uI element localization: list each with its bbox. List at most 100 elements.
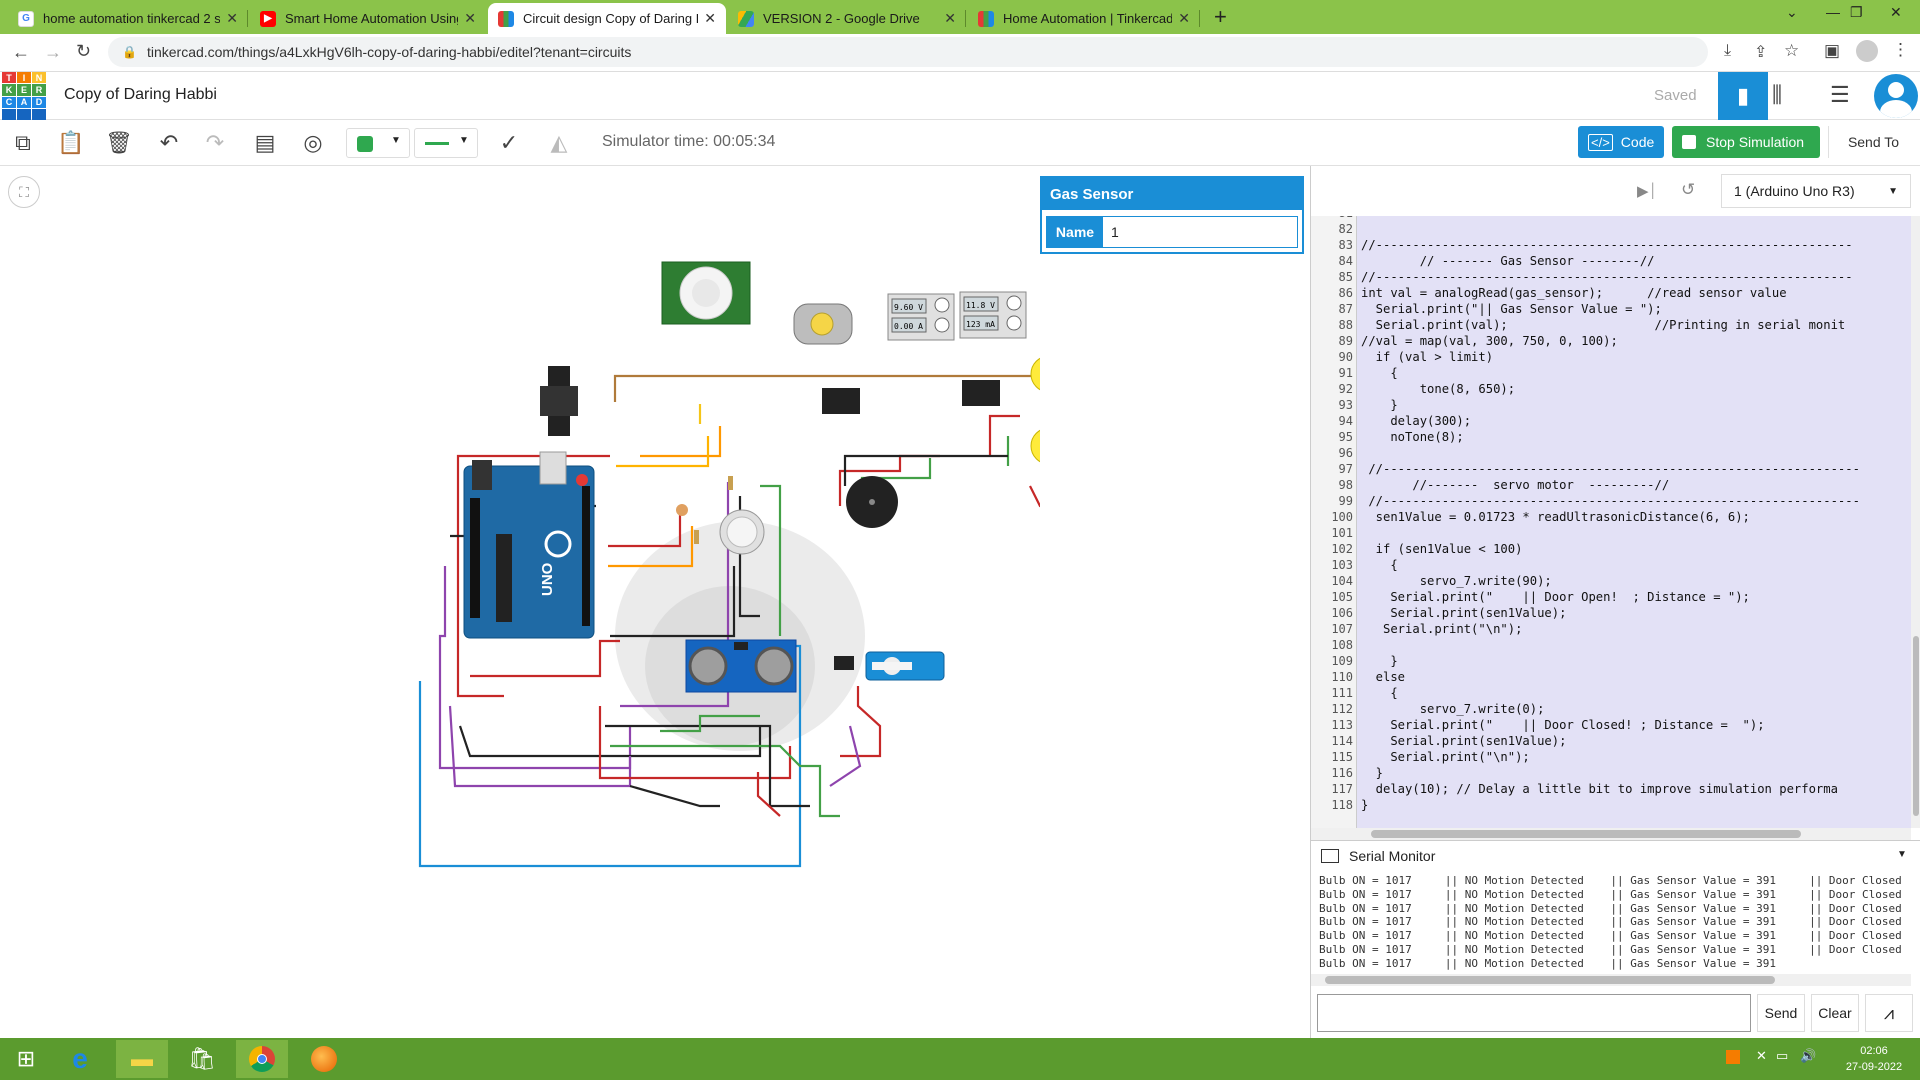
- store-icon[interactable]: 🛍: [176, 1040, 228, 1078]
- sidepanel-icon[interactable]: ▣: [1824, 41, 1840, 61]
- close-icon[interactable]: ✕: [464, 10, 476, 27]
- address-bar-row: ← → ↻ 🔒 tinkercad.com/things/a4LxkHgV6lh…: [0, 34, 1920, 72]
- name-input[interactable]: 1: [1103, 217, 1297, 247]
- redo-icon[interactable]: ↷: [200, 128, 230, 158]
- url-bar[interactable]: 🔒 tinkercad.com/things/a4LxkHgV6lh-copy-…: [108, 37, 1708, 67]
- power-supply-1[interactable]: 9.60 V 0.00 A: [887, 293, 955, 341]
- reload-icon[interactable]: ↻: [76, 41, 91, 62]
- tray-battery-icon[interactable]: ▭: [1776, 1048, 1788, 1064]
- component-list-icon[interactable]: ☰: [1830, 82, 1850, 108]
- line-number: 109: [1331, 654, 1353, 668]
- send-to-button[interactable]: Send To: [1828, 126, 1918, 158]
- back-icon[interactable]: ←: [12, 42, 30, 63]
- project-title[interactable]: Copy of Daring Habbi: [64, 86, 217, 104]
- delete-icon[interactable]: 🗑: [104, 128, 134, 158]
- internet-explorer-icon[interactable]: e: [54, 1040, 106, 1078]
- dc-motor[interactable]: [793, 303, 853, 345]
- code-line: //val = map(val, 300, 750, 0, 100);: [1361, 334, 1618, 348]
- debug-icon[interactable]: ↺: [1681, 180, 1695, 200]
- device-selector[interactable]: 1 (Arduino Uno R3) ▼: [1721, 174, 1911, 208]
- file-explorer-icon[interactable]: ▬: [116, 1040, 168, 1078]
- tray-app-icon[interactable]: [1726, 1050, 1740, 1064]
- close-icon[interactable]: ✕: [1178, 10, 1190, 27]
- ultrasonic-distance-sensor[interactable]: [685, 639, 797, 693]
- code-button[interactable]: </> Code: [1578, 126, 1664, 158]
- code-line: {: [1361, 686, 1398, 700]
- forward-icon[interactable]: →: [44, 42, 62, 63]
- restore-icon[interactable]: ❐: [1850, 4, 1863, 21]
- line-number: 112: [1331, 702, 1353, 716]
- resistor[interactable]: [694, 530, 699, 544]
- tray-volume-icon[interactable]: 🔊: [1800, 1048, 1816, 1064]
- notes-visibility-icon[interactable]: ◎: [298, 128, 328, 158]
- light-bulb-1[interactable]: [1030, 356, 1040, 404]
- copy-icon[interactable]: ⧉: [8, 128, 38, 158]
- code-editor[interactable]: 81 82 83 84 85 86 87 88 89 90 91 92 93 94 95 96 97 98 99 10…: [1311, 216, 1911, 828]
- tab-google-drive[interactable]: VERSION 2 - Google Drive ✕: [728, 3, 966, 34]
- profile-avatar-icon[interactable]: [1856, 40, 1878, 62]
- serial-input-field[interactable]: [1317, 994, 1751, 1032]
- schematic-view-icon[interactable]: ⫼: [1772, 82, 1782, 108]
- new-tab-button[interactable]: +: [1214, 4, 1227, 30]
- line-number: 100: [1331, 510, 1353, 524]
- light-bulb-2[interactable]: [1030, 428, 1040, 476]
- tab-home-automation[interactable]: Home Automation | Tinkercad ✕: [968, 3, 1200, 34]
- flip-icon[interactable]: ◭: [544, 128, 574, 158]
- serial-monitor-header[interactable]: Serial Monitor ▼: [1311, 840, 1920, 870]
- relay-1[interactable]: [822, 388, 860, 414]
- graph-icon[interactable]: ⩘: [1865, 994, 1913, 1032]
- undo-icon[interactable]: ↶: [154, 128, 184, 158]
- circuit-view-button[interactable]: ▮: [1718, 72, 1768, 120]
- code-line: {: [1361, 366, 1398, 380]
- tray-network-icon[interactable]: ✕: [1756, 1048, 1767, 1064]
- clear-button[interactable]: Clear: [1811, 994, 1859, 1032]
- clock[interactable]: 02:06 27-09-2022: [1834, 1043, 1914, 1075]
- serial-horizontal-scrollbar[interactable]: [1311, 974, 1911, 986]
- chrome-icon[interactable]: [236, 1040, 288, 1078]
- code-line: Serial.print("\n");: [1361, 622, 1523, 636]
- code-line: Serial.print("\n");: [1361, 750, 1530, 764]
- line-number: 97: [1338, 462, 1353, 476]
- close-icon[interactable]: ✕: [704, 10, 716, 27]
- tab-circuit-design[interactable]: Circuit design Copy of Daring Ha ✕: [488, 3, 726, 34]
- wire-type-dropdown[interactable]: ▼: [414, 128, 478, 158]
- power-supply-2[interactable]: 11.8 V 123 mA: [959, 291, 1027, 339]
- download-icon[interactable]: ⤓: [1724, 42, 1731, 60]
- chrome-menu-icon[interactable]: ⋮: [1892, 40, 1909, 60]
- gas-sensor[interactable]: [719, 509, 765, 555]
- piezo-buzzer[interactable]: [846, 476, 898, 528]
- line-number: 81: [1311, 216, 1353, 220]
- circuit-canvas[interactable]: ⛶ Gas Sensor Name 1 9.60 V 0.00 A 11.8 V…: [0, 166, 1310, 1038]
- chevron-down-icon[interactable]: ▼: [1897, 849, 1907, 860]
- note-icon[interactable]: ▤: [250, 128, 280, 158]
- tab-google-search[interactable]: G home automation tinkercad 2 se ✕: [8, 3, 248, 34]
- minimize-icon[interactable]: —: [1826, 4, 1840, 20]
- bookmark-star-icon[interactable]: ☆: [1784, 41, 1799, 61]
- tinkercad-logo[interactable]: T I N K E R C A D: [2, 72, 46, 120]
- rotate-icon[interactable]: ✓: [494, 128, 524, 158]
- code-horizontal-scrollbar[interactable]: [1311, 828, 1911, 840]
- arduino-uno-board[interactable]: UNO: [463, 366, 595, 639]
- photoresistor[interactable]: [676, 504, 688, 516]
- step-icon[interactable]: ▶⏐: [1637, 182, 1657, 200]
- inspector-title: Gas Sensor: [1042, 178, 1302, 210]
- tab-search-icon[interactable]: ⌄: [1786, 4, 1798, 21]
- send-button[interactable]: Send: [1757, 994, 1805, 1032]
- wire-color-dropdown[interactable]: ▼: [346, 128, 410, 158]
- relay-2[interactable]: [962, 380, 1000, 406]
- user-avatar[interactable]: [1874, 74, 1918, 118]
- windows-start-icon[interactable]: ⊞: [0, 1040, 52, 1078]
- code-vertical-scrollbar[interactable]: [1911, 216, 1920, 828]
- pir-motion-sensor[interactable]: [661, 261, 751, 325]
- stop-simulation-button[interactable]: Stop Simulation: [1672, 126, 1820, 158]
- tab-youtube[interactable]: ▶ Smart Home Automation Using S ✕: [250, 3, 486, 34]
- paste-icon[interactable]: 📋: [56, 128, 86, 158]
- close-icon[interactable]: ✕: [226, 10, 238, 27]
- share-icon[interactable]: ⇪: [1754, 42, 1767, 62]
- resistor[interactable]: [728, 476, 733, 490]
- firefox-icon[interactable]: [298, 1040, 350, 1078]
- line-number: 93: [1338, 398, 1353, 412]
- code-line: if (sen1Value < 100): [1361, 542, 1523, 556]
- close-icon[interactable]: ✕: [944, 10, 956, 27]
- close-window-icon[interactable]: ✕: [1890, 4, 1902, 21]
